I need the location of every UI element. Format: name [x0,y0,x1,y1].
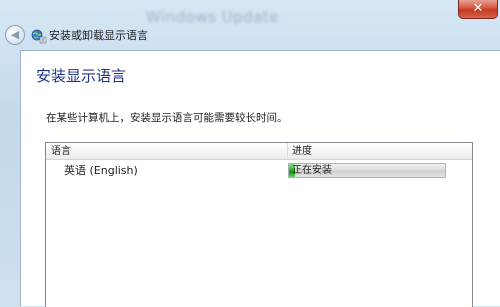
page-description: 在某些计算机上，安装显示语言可能需要较长时间。 [46,112,288,124]
window-title-blurred: Windows Update [146,8,280,26]
back-button[interactable]: ◀ [5,25,25,45]
language-globe-icon [31,29,47,44]
language-name: 英语 (English) [64,164,138,177]
progress-status: 正在安装 [292,165,332,176]
close-button[interactable]: ✕ [458,0,498,19]
window-frame: Windows Update ✕ ◀ 安装或卸载显示语言 安装显示语言 在某些计… [0,0,500,307]
content-panel: 安装显示语言 在某些计算机上，安装显示语言可能需要较长时间。 语言 进度 英语 … [20,50,500,307]
list-item[interactable]: 英语 (English) 正在安装 [46,160,472,182]
page-heading: 安装显示语言 [36,67,127,85]
language-list: 语言 进度 英语 (English) 正在安装 [45,142,473,307]
column-header-progress[interactable]: 进度 [292,145,312,158]
install-progress-bar: 正在安装 [288,163,446,178]
list-header: 语言 进度 [46,143,472,160]
nav-title: 安装或卸载显示语言 [49,29,148,42]
close-icon: ✕ [472,1,484,16]
back-arrow-icon: ◀ [10,28,20,41]
column-divider[interactable] [287,143,288,159]
column-header-language[interactable]: 语言 [51,145,71,158]
